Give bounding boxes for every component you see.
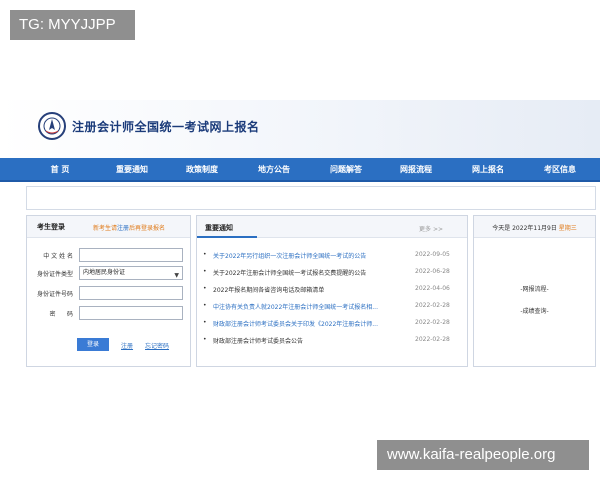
news-list: • 关于2022年另行组织一次注册会计师全国统一考试的公告 2022-09-05… [203, 248, 463, 350]
nav-item-local[interactable]: 地方公告 [244, 158, 304, 182]
password-label: 密 码 [49, 311, 73, 318]
main-nav: 首 页 重要通知 政策制度 地方公告 问题解答 网报流程 网上报名 考区信息 [0, 158, 600, 182]
register-hint-suffix: 后再登录报名 [129, 225, 166, 232]
login-title: 考生登录 [37, 223, 65, 231]
news-panel: 重要通知 更多 >> • 关于2022年另行组织一次注册会计师全国统一考试的公告… [196, 215, 468, 367]
site-title: 注册会计师全国统一考试网上报名 [72, 120, 260, 134]
header-banner: 注册会计师全国统一考试网上报名 [0, 100, 600, 158]
news-more-link[interactable]: 更多 >> [419, 224, 443, 233]
nav-item-policy[interactable]: 政策制度 [172, 158, 232, 182]
name-label: 中 文 姓 名 [43, 253, 73, 260]
news-item-text[interactable]: 中注协有关负责人就2022年注册会计师全国统一考试报名相... [213, 302, 403, 311]
register-hint: 新考生请注册后再登录报名 [93, 223, 165, 232]
watermark-label: www.kaifa-realpeople.org [377, 440, 589, 470]
password-input[interactable] [79, 306, 183, 320]
news-item[interactable]: • 关于2022年另行组织一次注册会计师全国统一考试的公告 2022-09-05 [203, 248, 463, 265]
login-button[interactable]: 登录 [77, 338, 109, 351]
register-hint-link[interactable]: 注册 [117, 225, 129, 232]
news-item[interactable]: • 中注协有关负责人就2022年注册会计师全国统一考试报名相... 2022-0… [203, 299, 463, 316]
today-date-text: 今天是 2022年11月9日 [492, 225, 557, 232]
id-type-label: 身份证件类型 [36, 271, 73, 278]
news-item-date: 2022-06-28 [415, 268, 450, 275]
today-date: 今天是 2022年11月9日 星期三 [474, 223, 595, 232]
nav-item-register[interactable]: 网上报名 [458, 158, 518, 182]
news-item-date: 2022-04-06 [415, 285, 450, 292]
news-item[interactable]: • 财政部注册会计师考试委员会公告 2022-02-28 [203, 333, 463, 350]
chevron-down-icon: ▼ [174, 272, 179, 279]
id-type-value: 内地居民身份证 [83, 269, 126, 276]
id-type-select[interactable]: 内地居民身份证 ▼ [79, 266, 183, 280]
login-panel-header: 考生登录 新考生请注册后再登录报名 [27, 216, 190, 238]
announcement-strip [26, 186, 596, 210]
news-item-date: 2022-02-28 [415, 319, 450, 326]
bullet-icon: • [203, 302, 207, 309]
news-item[interactable]: • 关于2022年注册会计师全国统一考试报名交费提醒的公告 2022-06-28 [203, 265, 463, 282]
today-weekday: 星期三 [558, 225, 577, 232]
news-item-text[interactable]: 财政部注册会计师考试委员会关于印发《2022年注册会计师... [213, 319, 403, 328]
news-item-text[interactable]: 财政部注册会计师考试委员会公告 [213, 336, 403, 345]
bullet-icon: • [203, 285, 207, 292]
news-item-date: 2022-02-28 [415, 336, 450, 343]
forgot-password-link[interactable]: 忘记密码 [145, 341, 169, 350]
registration-page: 注册会计师全国统一考试网上报名 首 页 重要通知 政策制度 地方公告 问题解答 … [0, 100, 600, 400]
news-title-underline [197, 236, 257, 238]
news-title: 重要通知 [205, 224, 233, 232]
news-item-text[interactable]: 关于2022年另行组织一次注册会计师全国统一考试的公告 [213, 251, 403, 260]
nav-item-notices[interactable]: 重要通知 [102, 158, 162, 182]
date-panel: 今天是 2022年11月9日 星期三 -网报流程- -成绩查询- [473, 215, 596, 367]
news-item-text[interactable]: 关于2022年注册会计师全国统一考试报名交费提醒的公告 [213, 268, 403, 277]
nav-item-home[interactable]: 首 页 [30, 158, 90, 182]
bullet-icon: • [203, 251, 207, 258]
news-item-date: 2022-02-28 [415, 302, 450, 309]
register-hint-prefix: 新考生请 [93, 225, 118, 232]
nav-item-process[interactable]: 网报流程 [386, 158, 446, 182]
tg-label: TG: MYYJJPP [10, 10, 135, 40]
bullet-icon: • [203, 268, 207, 275]
news-item-text[interactable]: 2022年报名期间各省咨询电话及邮箱清单 [213, 285, 403, 294]
bullet-icon: • [203, 319, 207, 326]
name-input[interactable] [79, 248, 183, 262]
register-link[interactable]: 注册 [121, 341, 133, 350]
nav-item-exam-area[interactable]: 考区信息 [530, 158, 590, 182]
date-panel-header: 今天是 2022年11月9日 星期三 [474, 216, 595, 238]
news-item[interactable]: • 2022年报名期间各省咨询电话及邮箱清单 2022-04-06 [203, 282, 463, 299]
emblem-icon [38, 112, 66, 140]
score-query-link[interactable]: -成绩查询- [474, 306, 595, 315]
nav-item-faq[interactable]: 问题解答 [316, 158, 376, 182]
process-link[interactable]: -网报流程- [474, 284, 595, 293]
news-panel-header: 重要通知 更多 >> [197, 216, 467, 238]
news-item-date: 2022-09-05 [415, 251, 450, 258]
id-number-label: 身份证件号码 [36, 291, 73, 298]
id-number-input[interactable] [79, 286, 183, 300]
bullet-icon: • [203, 336, 207, 343]
news-item[interactable]: • 财政部注册会计师考试委员会关于印发《2022年注册会计师... 2022-0… [203, 316, 463, 333]
login-panel: 考生登录 新考生请注册后再登录报名 中 文 姓 名 身份证件类型 内地居民身份证… [26, 215, 191, 367]
